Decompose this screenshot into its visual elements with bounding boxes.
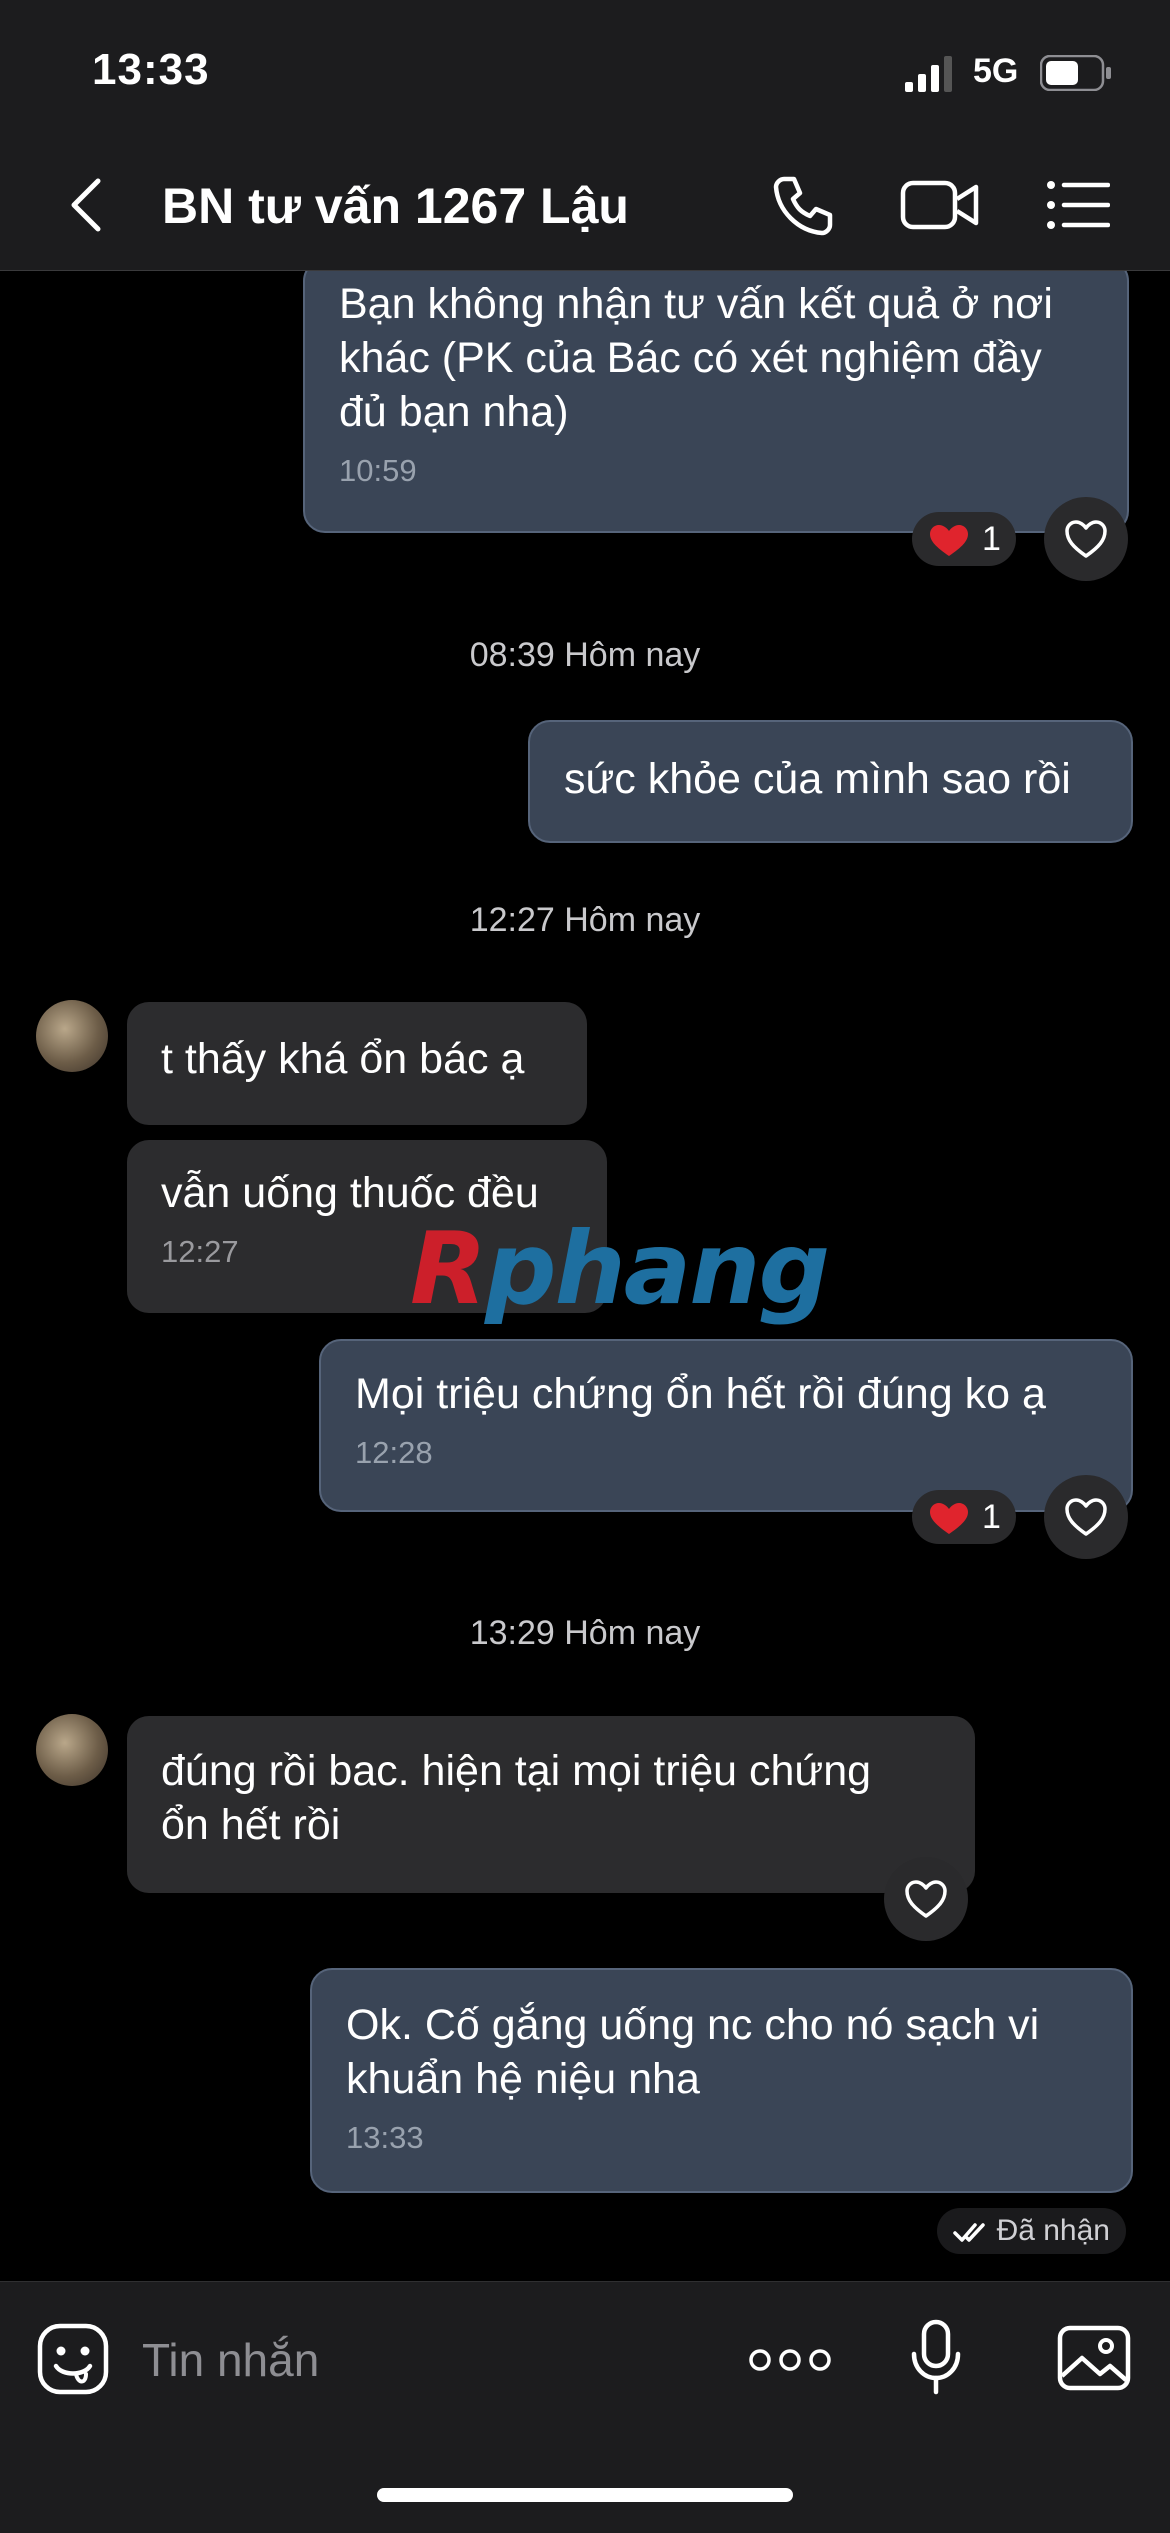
date-separator: 13:29 Hôm nay [469, 1614, 701, 1652]
heart-outline-icon [905, 1880, 947, 1918]
back-icon[interactable] [62, 175, 112, 235]
message-text: Bạn không nhận tư vấn kết quả ở nơi khác… [339, 280, 1053, 436]
menu-list-icon[interactable] [1046, 179, 1110, 231]
network-label: 5G [973, 52, 1019, 90]
more-options-icon[interactable] [748, 2340, 832, 2380]
heart-outline-icon [1065, 520, 1107, 558]
reaction-badge[interactable]: 1 [912, 512, 1016, 566]
heart-reaction-icon [930, 1503, 968, 1534]
microphone-icon[interactable] [908, 2318, 964, 2398]
chat-header: BN tư vấn 1267 Lậu [0, 145, 1170, 271]
image-gallery-icon[interactable] [1056, 2324, 1132, 2392]
delivery-status: Đã nhận [936, 2208, 1126, 2254]
message-text: Mọi triệu chứng ổn hết rồi đúng ko ạ [355, 1370, 1046, 1418]
double-check-icon [952, 2223, 985, 2242]
incoming-message[interactable]: đúng rồi bac. hiện tại mọi triệu chứng ổ… [127, 1716, 975, 1893]
message-text: sức khỏe của mình sao rồi [564, 755, 1071, 803]
message-text: Ok. Cố gắng uống nc cho nó sạch vi khuẩn… [346, 2001, 1040, 2103]
message-time: 12:28 [355, 1435, 433, 1470]
video-call-icon[interactable] [900, 175, 980, 235]
outgoing-message[interactable]: Bạn không nhận tư vấn kết quả ở nơi khác… [303, 271, 1129, 533]
reaction-count: 1 [982, 1498, 1001, 1536]
outgoing-message[interactable]: Ok. Cố gắng uống nc cho nó sạch vi khuẩn… [310, 1968, 1133, 2193]
chat-title[interactable]: BN tư vấn 1267 Lậu [162, 177, 629, 235]
react-button[interactable] [1044, 497, 1128, 581]
message-time: 13:33 [346, 2120, 424, 2155]
message-composer [0, 2281, 1170, 2533]
message-time: 12:27 [161, 1234, 239, 1269]
reaction-count: 1 [982, 520, 1001, 558]
date-separator: 08:39 Hôm nay [469, 636, 701, 674]
react-button[interactable] [884, 1857, 968, 1941]
incoming-message[interactable]: t thấy khá ổn bác ạ [127, 1002, 587, 1125]
message-list[interactable]: Bạn không nhận tư vấn kết quả ở nơi khác… [0, 271, 1170, 2281]
home-indicator [377, 2488, 793, 2502]
status-time: 13:33 [92, 45, 210, 94]
heart-outline-icon [1065, 1498, 1107, 1536]
contact-avatar[interactable] [36, 1714, 108, 1786]
react-button[interactable] [1044, 1475, 1128, 1559]
message-text: t thấy khá ổn bác ạ [161, 1035, 525, 1083]
contact-avatar[interactable] [36, 1000, 108, 1072]
outgoing-message[interactable]: sức khỏe của mình sao rồi [528, 720, 1133, 843]
message-time: 10:59 [339, 453, 417, 488]
message-text: đúng rồi bac. hiện tại mọi triệu chứng ổ… [161, 1747, 872, 1849]
reaction-badge[interactable]: 1 [912, 1490, 1016, 1544]
phone-icon[interactable] [770, 173, 834, 237]
delivery-status-label: Đã nhận [996, 2214, 1110, 2247]
heart-reaction-icon [930, 525, 968, 556]
status-bar: 13:33 5G [0, 0, 1170, 145]
message-input[interactable] [140, 2324, 704, 2396]
battery-icon [1040, 55, 1111, 91]
date-separator: 12:27 Hôm nay [469, 901, 701, 939]
sticker-emoji-icon[interactable] [36, 2322, 110, 2396]
incoming-message[interactable]: vẫn uống thuốc đều 12:27 [127, 1140, 607, 1313]
signal-icon [905, 56, 952, 92]
outgoing-message[interactable]: Mọi triệu chứng ổn hết rồi đúng ko ạ 12:… [319, 1339, 1133, 1512]
message-text: vẫn uống thuốc đều [161, 1169, 539, 1217]
